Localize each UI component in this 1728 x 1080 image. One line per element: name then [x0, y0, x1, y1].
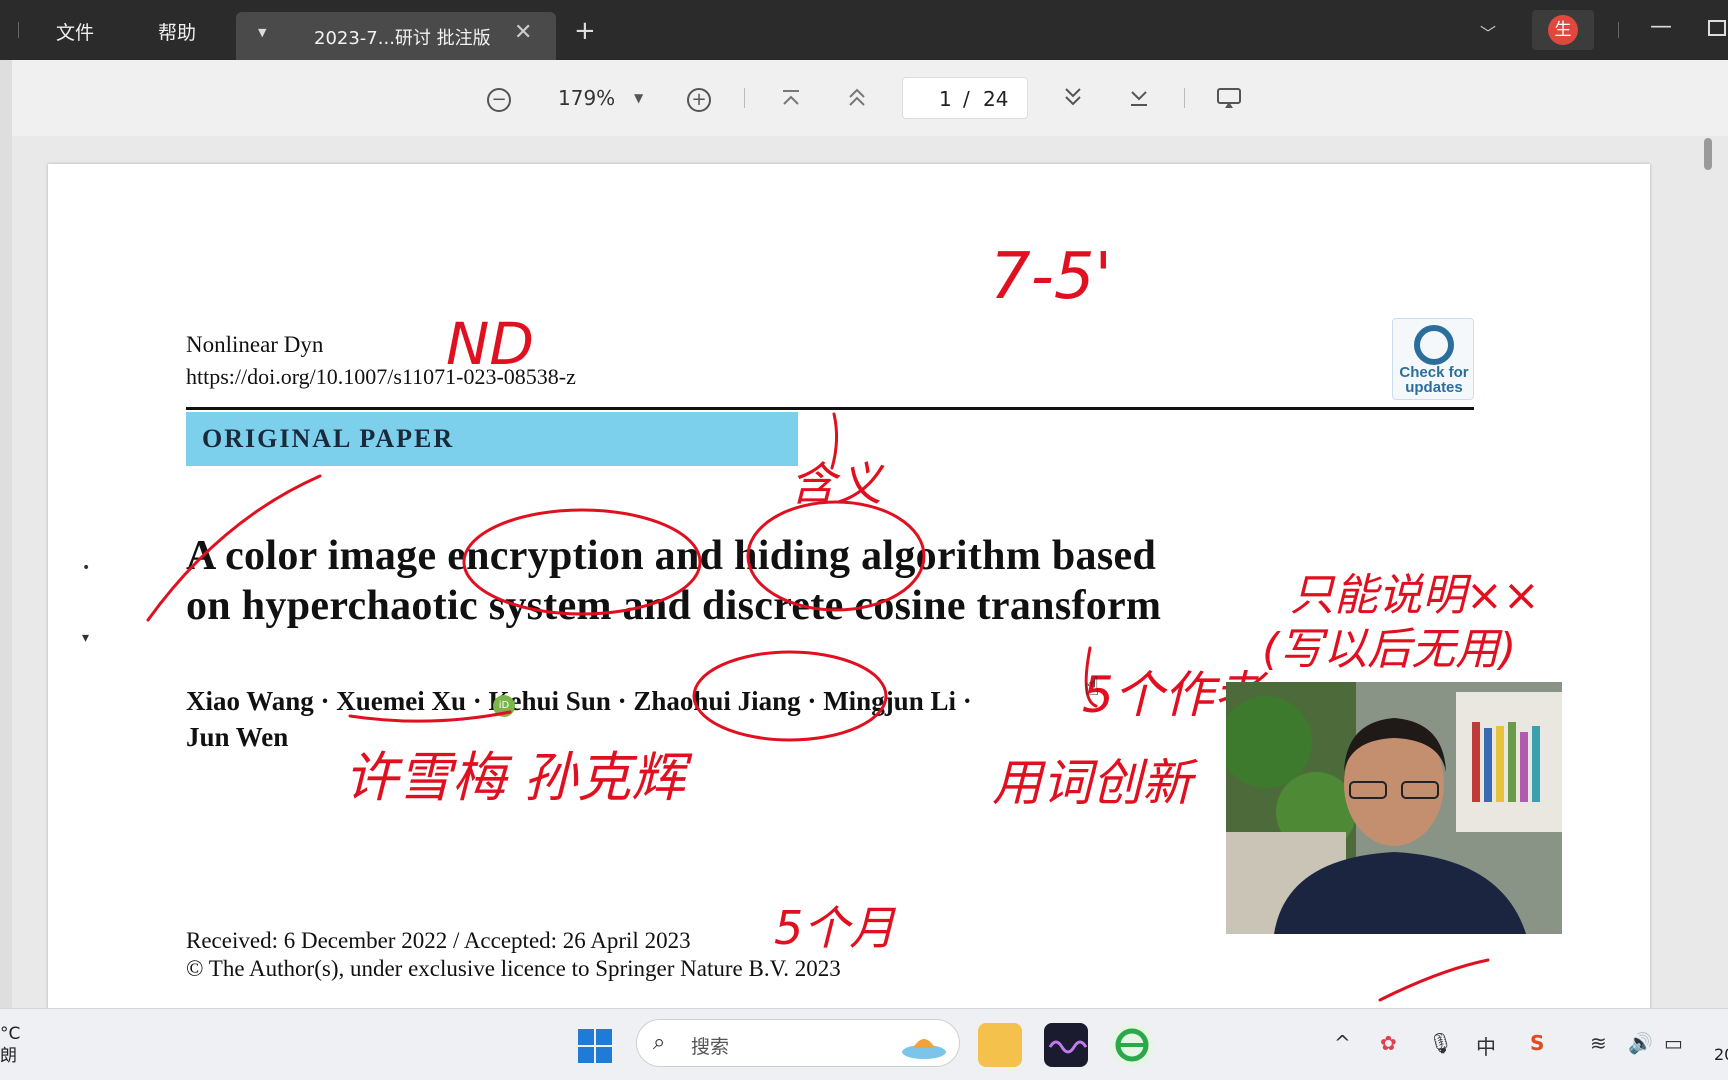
weather-widget[interactable]: °C 朗 [0, 1023, 20, 1067]
tab-close-icon[interactable]: ✕ [514, 20, 532, 45]
audio-app-icon[interactable] [1044, 1023, 1088, 1067]
search-placeholder: 搜索 [691, 1036, 730, 1058]
paper-title-line2: on hyperchaotic system and discrete cosi… [186, 583, 1162, 629]
doi-link[interactable]: https://doi.org/10.1007/s11071-023-08538… [186, 364, 576, 390]
tab-dropdown-icon[interactable]: ▼ [258, 26, 266, 39]
header-rule [186, 407, 1474, 410]
toolbar-divider [744, 88, 745, 108]
zoom-level[interactable]: 179% [558, 86, 615, 110]
section-band: ORIGINAL PAPER [186, 412, 798, 466]
authors-line1: Xiao Wang · Xuemei Xu · Kehui Sun · Zhao… [186, 686, 972, 716]
tray-overflow-icon[interactable]: ^ [1334, 1031, 1351, 1055]
file-explorer-icon[interactable] [978, 1023, 1022, 1067]
orcid-icon[interactable]: iD [493, 695, 515, 717]
zoom-in-icon[interactable]: + [687, 88, 711, 112]
check-updates-label: Check for updates [1393, 365, 1475, 395]
journal-name: Nonlinear Dyn [186, 332, 324, 357]
page-number-input[interactable]: 1 / 24 [902, 77, 1028, 119]
copyright-line: © The Author(s), under exclusive licence… [186, 956, 841, 981]
last-page-icon[interactable] [1128, 88, 1150, 108]
left-panel-edge [0, 60, 12, 1008]
total-pages: 24 [983, 87, 1009, 111]
weather-temp: °C [0, 1024, 21, 1044]
bookmark-icon [1414, 325, 1454, 365]
zoom-out-icon[interactable]: − [487, 88, 511, 112]
vertical-scrollbar[interactable] [1704, 138, 1712, 170]
sogou-icon[interactable]: S [1530, 1031, 1544, 1055]
zoom-dropdown-icon[interactable]: ▼ [634, 91, 643, 105]
margin-mark: • [82, 560, 91, 576]
previous-page-icon[interactable] [846, 86, 868, 108]
browser-icon[interactable] [1110, 1023, 1154, 1067]
weather-condition: 朗 [0, 1046, 17, 1066]
menu-file[interactable]: 文件 [56, 18, 94, 45]
check-for-updates-badge[interactable]: Check for updates [1392, 318, 1474, 400]
maximize-button[interactable] [1708, 20, 1726, 36]
wifi-icon[interactable]: ≋ [1590, 1031, 1607, 1055]
volume-icon[interactable]: 🔊 [1628, 1031, 1653, 1055]
webcam-overlay[interactable] [1226, 682, 1562, 934]
avatar[interactable]: 生 [1548, 15, 1578, 45]
toolbar-divider [1184, 88, 1185, 108]
menu-help[interactable]: 帮助 [158, 18, 196, 45]
titlebar-divider [18, 22, 19, 38]
search-icon: ⌕ [653, 1030, 666, 1055]
microphone-icon[interactable]: 🎙 [1428, 1031, 1453, 1055]
authors-line2: Jun Wen [186, 722, 289, 752]
title-bar: 文件 帮助 ▼ 2023-7...研讨 批注版 ✕ + ﹀ 生 — [0, 0, 1728, 60]
received-dates: Received: 6 December 2022 / Accepted: 26… [186, 928, 691, 953]
presentation-icon[interactable] [1216, 86, 1242, 110]
webcam-image [1226, 682, 1562, 934]
page-separator: / [963, 87, 970, 111]
chevron-down-icon[interactable]: ﹀ [1480, 20, 1496, 44]
taskbar: °C 朗 ⌕ 搜索 ^ ✿ 🎙 中 S ≋ 🔊 ▭ 20 [0, 1008, 1728, 1080]
new-tab-button[interactable]: + [574, 16, 596, 46]
margin-mark: ▾ [82, 630, 90, 646]
account-area[interactable]: 生 [1532, 10, 1594, 50]
next-page-icon[interactable] [1062, 86, 1084, 108]
input-method-icon[interactable]: 中 [1476, 1031, 1496, 1060]
current-page: 1 [939, 87, 952, 111]
taskbar-search-box[interactable]: ⌕ 搜索 [636, 1019, 960, 1067]
windows-start-icon[interactable] [578, 1029, 612, 1063]
tab-title: 2023-7...研讨 批注版 [314, 28, 491, 49]
section-label: ORIGINAL PAPER [202, 424, 455, 453]
minimize-button[interactable]: — [1650, 14, 1672, 39]
document-tab[interactable]: ▼ 2023-7...研讨 批注版 ✕ [236, 12, 556, 60]
battery-icon[interactable]: ▭ [1664, 1031, 1683, 1055]
hand-cursor-icon: ☝ [1084, 672, 1100, 702]
first-page-icon[interactable] [780, 88, 802, 108]
search-highlight-icon [902, 1039, 946, 1059]
titlebar-divider [1618, 22, 1619, 38]
paper-title-line1: A color image encryption and hiding algo… [186, 533, 1157, 579]
check-updates-line2: updates [1405, 379, 1463, 396]
viewer-toolbar: − 179% ▼ + 1 / 24 [0, 60, 1728, 136]
clock[interactable]: 20 [1714, 1045, 1728, 1064]
tray-app-icon[interactable]: ✿ [1380, 1031, 1397, 1055]
